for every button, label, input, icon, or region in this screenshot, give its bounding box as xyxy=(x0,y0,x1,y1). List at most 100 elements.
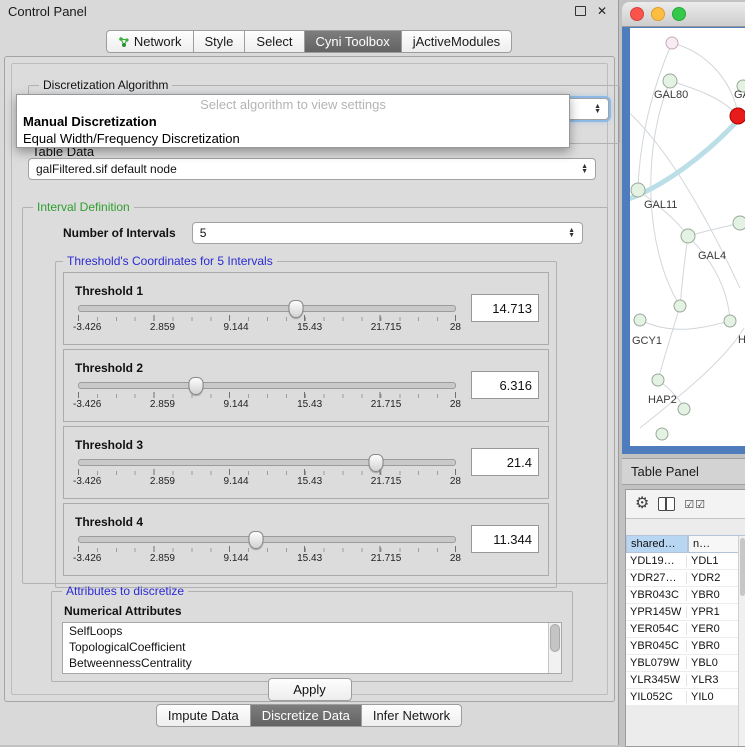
list-item[interactable]: TopologicalCoefficient xyxy=(63,639,561,655)
tab-cyni-toolbox[interactable]: Cyni Toolbox xyxy=(305,30,402,53)
slider-tick-labels: -3.4262.8599.14415.4321.71528 xyxy=(73,399,461,410)
table-scrollbar[interactable] xyxy=(738,536,745,746)
table-data-combobox[interactable]: galFiltered.sif default node ▲▼ xyxy=(28,158,596,180)
tick-label: 21.715 xyxy=(371,322,402,333)
window-title: Control Panel xyxy=(8,4,87,19)
tick-label: 21.715 xyxy=(371,399,402,410)
table-cell: YBR0 xyxy=(687,640,745,652)
table-cell: YDL19… xyxy=(626,555,687,567)
tick-label: 9.144 xyxy=(224,322,249,333)
tab-infer-network[interactable]: Infer Network xyxy=(362,704,462,727)
table-row[interactable]: YBR045CYBR0 xyxy=(626,638,745,655)
close-traffic-light-icon[interactable] xyxy=(630,7,644,21)
threshold-slider[interactable] xyxy=(78,305,456,312)
control-panel-titlebar: Control Panel ✕ xyxy=(0,0,618,22)
threshold-value-field[interactable]: 14.713 xyxy=(471,294,539,322)
tick-label: 28 xyxy=(450,476,461,487)
tab-label: Impute Data xyxy=(168,708,239,723)
slider-ticks xyxy=(78,546,456,552)
tick-label: 2.859 xyxy=(150,322,175,333)
network-node[interactable] xyxy=(724,315,736,327)
threshold-slider[interactable] xyxy=(78,382,456,389)
table-row[interactable]: YIL052CYIL0 xyxy=(626,689,745,706)
numerical-attributes-list[interactable]: SelfLoopsTopologicalCoefficientBetweenne… xyxy=(62,622,562,674)
tick-label: 21.715 xyxy=(371,476,402,487)
tab-label: Cyni Toolbox xyxy=(316,34,390,49)
threshold-label: Threshold 1 xyxy=(75,284,461,298)
tab-jactivemodules[interactable]: jActiveModules xyxy=(402,30,512,53)
network-node[interactable] xyxy=(666,37,678,49)
threshold-label: Threshold 2 xyxy=(75,361,461,375)
table-cell: YBL079W xyxy=(626,657,687,669)
list-item[interactable]: SelfLoops xyxy=(63,623,561,639)
dropdown-placeholder: Select algorithm to view settings xyxy=(17,95,569,113)
apply-button[interactable]: Apply xyxy=(268,678,352,701)
discretize-data-panel: Discretization Algorithm ▲▼ Select algor… xyxy=(11,63,608,695)
network-canvas[interactable]: GAL80 GAL11 GAL4 GCY1 HAP2 GA H xyxy=(630,28,745,446)
tab-discretize-data[interactable]: Discretize Data xyxy=(251,704,362,727)
select-columns-icon[interactable]: ☑☑ xyxy=(684,498,706,511)
table-row[interactable]: YLR345WYLR3 xyxy=(626,672,745,689)
tick-label: 28 xyxy=(450,399,461,410)
column-header-shared-name[interactable]: shared… xyxy=(626,535,688,553)
zoom-traffic-light-icon[interactable] xyxy=(672,7,686,21)
table-row[interactable]: YPR145WYPR1 xyxy=(626,604,745,621)
network-node-gal4[interactable] xyxy=(681,229,695,243)
table-cell: YDR2 xyxy=(687,572,745,584)
threshold-slider[interactable] xyxy=(78,536,456,543)
scrollbar-thumb[interactable] xyxy=(740,538,745,596)
table-panel-titlebar: Table Panel xyxy=(622,458,745,485)
network-node-gal11[interactable] xyxy=(631,183,645,197)
table-panel-window: ⚙ ☑☑ shared… n… YDL19…YDL1YDR27…YDR2YBR0… xyxy=(625,489,745,747)
threshold-panel-1: Threshold 1 -3.4262.8599.14415.4321.7152… xyxy=(63,272,549,345)
table-cell: YBR043C xyxy=(626,589,687,601)
combobox-arrows-icon: ▲▼ xyxy=(562,228,575,238)
dropdown-option-equal-width-frequency[interactable]: Equal Width/Frequency Discretization xyxy=(17,130,569,147)
network-node-selected-red[interactable] xyxy=(730,108,745,124)
tab-label: Network xyxy=(134,34,182,49)
list-item[interactable]: BetweennessCentrality xyxy=(63,655,561,671)
table-row[interactable]: YBL079WYBL0 xyxy=(626,655,745,672)
threshold-panel-3: Threshold 3 -3.4262.8599.14415.4321.7152… xyxy=(63,426,549,499)
gear-icon[interactable]: ⚙ xyxy=(635,496,649,512)
threshold-slider[interactable] xyxy=(78,459,456,466)
threshold-value-field[interactable]: 21.4 xyxy=(471,448,539,476)
table-cell: YBR045C xyxy=(626,640,687,652)
network-node[interactable] xyxy=(678,403,690,415)
tick-label: 28 xyxy=(450,553,461,564)
number-of-intervals-combobox[interactable]: 5 ▲▼ xyxy=(192,222,583,244)
network-node-hap2[interactable] xyxy=(652,374,664,386)
network-node-gal80[interactable] xyxy=(663,74,677,88)
table-row[interactable]: YDR27…YDR2 xyxy=(626,570,745,587)
table-row[interactable]: YER054CYER0 xyxy=(626,621,745,638)
dropdown-option-manual-discretization[interactable]: Manual Discretization xyxy=(17,113,569,130)
network-node[interactable] xyxy=(656,428,668,440)
slider-ticks xyxy=(78,392,456,398)
tab-network[interactable]: Network xyxy=(106,30,194,53)
group-title: Discretization Algorithm xyxy=(39,78,172,92)
table-row[interactable]: YBR043CYBR0 xyxy=(626,587,745,604)
network-node-gcy1[interactable] xyxy=(634,314,646,326)
cyni-toolbox-panel: Discretization Algorithm ▲▼ Select algor… xyxy=(4,56,615,702)
tick-label: 9.144 xyxy=(224,476,249,487)
threshold-value-field[interactable]: 11.344 xyxy=(471,525,539,553)
columns-icon[interactable] xyxy=(658,497,675,511)
table-row[interactable]: YDL19…YDL1 xyxy=(626,553,745,570)
threshold-value-field[interactable]: 6.316 xyxy=(471,371,539,399)
list-scrollbar[interactable] xyxy=(548,623,561,673)
group-title: Interval Definition xyxy=(33,200,134,214)
column-header-name[interactable]: n… xyxy=(688,535,745,553)
float-window-icon[interactable] xyxy=(572,3,588,19)
scrollbar-thumb[interactable] xyxy=(550,624,560,652)
network-node[interactable] xyxy=(674,300,686,312)
tick-label: 2.859 xyxy=(150,553,175,564)
tab-style[interactable]: Style xyxy=(194,30,246,53)
minimize-traffic-light-icon[interactable] xyxy=(651,7,665,21)
network-node[interactable] xyxy=(733,216,745,230)
tab-impute-data[interactable]: Impute Data xyxy=(156,704,251,727)
group-title: Attributes to discretize xyxy=(62,584,188,598)
close-window-icon[interactable]: ✕ xyxy=(594,3,610,19)
tick-label: 2.859 xyxy=(150,476,175,487)
tab-select[interactable]: Select xyxy=(245,30,304,53)
control-panel-tabbar: Network Style Select Cyni Toolbox jActiv… xyxy=(0,30,618,53)
